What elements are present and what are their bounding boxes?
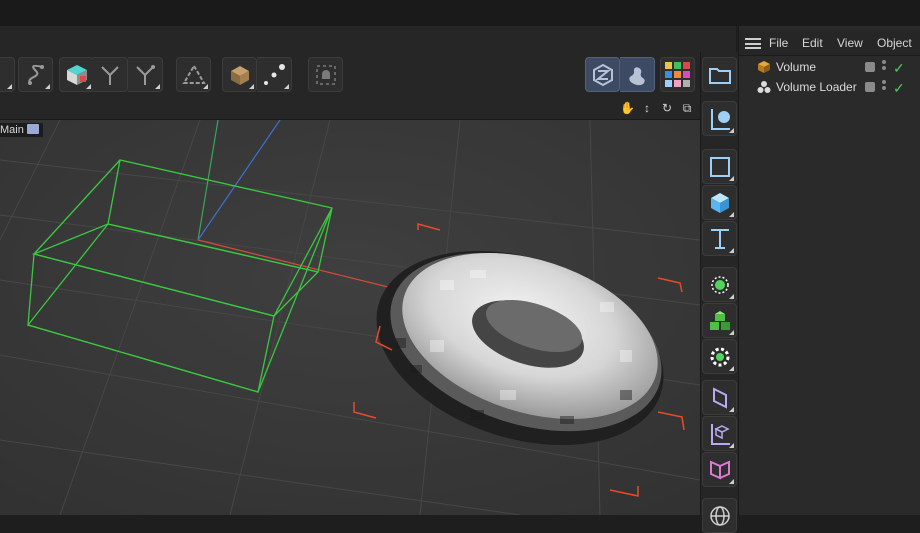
spline-primitive-button[interactable] [702, 149, 737, 184]
volume-builder-button[interactable] [59, 57, 94, 92]
bell-icon [316, 65, 336, 85]
visibility-dots[interactable] [882, 80, 886, 94]
layer-color-swatch[interactable] [865, 82, 875, 92]
object-name: Volume Loader [776, 80, 857, 94]
command-palette [700, 52, 738, 533]
bend-deformer-button[interactable] [702, 416, 737, 451]
toolbar-button-partial[interactable] [0, 57, 15, 92]
spline-pen-button[interactable] [18, 57, 53, 92]
branch-icon [101, 66, 119, 85]
visibility-dots[interactable] [882, 60, 886, 74]
title-bar [0, 0, 920, 26]
color-grid-icon [665, 62, 690, 87]
camera-icon [26, 124, 39, 134]
menu-file[interactable]: File [769, 35, 788, 51]
camera-label[interactable]: Main [0, 123, 43, 137]
camera-label-text: Main [0, 124, 24, 136]
text-spline-button[interactable] [702, 221, 737, 256]
object-manager: File Edit View Object Volume ✓ Volume Lo… [738, 26, 920, 515]
open-file-button[interactable] [702, 57, 737, 92]
menu-view[interactable]: View [837, 35, 863, 51]
enabled-check-icon[interactable]: ✓ [893, 58, 905, 78]
object-manager-menubar: File Edit View Object [739, 30, 920, 56]
enabled-check-icon[interactable]: ✓ [893, 78, 905, 98]
polygon-reduction-button[interactable] [176, 57, 211, 92]
null-object-button[interactable] [702, 101, 737, 136]
object-row-volume[interactable]: Volume ✓ [739, 57, 920, 77]
3d-viewport[interactable]: Main [0, 120, 700, 515]
materials-button[interactable] [660, 57, 695, 92]
particles-button[interactable] [257, 57, 292, 92]
merge-button[interactable] [128, 57, 163, 92]
globe-icon [710, 506, 730, 526]
rotate-icon[interactable]: ↻ [660, 101, 674, 115]
move-icon[interactable]: ↕ [640, 101, 654, 115]
scene-button[interactable] [702, 452, 737, 487]
volume-loader-icon [757, 81, 771, 93]
viewport-header: ✋ ↕ ↻ ⧉ [0, 96, 700, 120]
field-icon [593, 63, 613, 87]
layer-color-swatch[interactable] [865, 62, 875, 72]
hand-icon[interactable]: ✋ [620, 101, 635, 115]
field-force-button[interactable] [585, 57, 620, 92]
volume-builder-icon [758, 61, 770, 73]
split-button[interactable] [93, 57, 128, 92]
maximize-icon[interactable]: ⧉ [680, 101, 694, 115]
object-row-volume-loader[interactable]: Volume Loader ✓ [739, 77, 920, 97]
menu-edit[interactable]: Edit [802, 35, 823, 51]
viewport-nav-icons: ✋ ↕ ↻ ⧉ [614, 99, 694, 117]
folder-icon [709, 68, 731, 84]
hamburger-menu-icon[interactable] [745, 38, 761, 49]
deformer-button[interactable] [702, 380, 737, 415]
simulation-button[interactable] [222, 57, 257, 92]
menu-object[interactable]: Object [877, 35, 912, 51]
title-bar-lower [0, 26, 736, 52]
camera-button[interactable] [308, 57, 343, 92]
particles-icon [264, 64, 285, 85]
object-name: Volume [776, 60, 817, 74]
viewport-scene [0, 120, 700, 515]
generator-button[interactable] [702, 267, 737, 302]
mograph-button[interactable] [620, 57, 655, 92]
cube-primitive-button[interactable] [702, 185, 737, 220]
blob-icon [629, 67, 645, 86]
environment-button[interactable] [702, 498, 737, 533]
merge-icon [136, 65, 155, 85]
effector-button[interactable] [702, 339, 737, 374]
cloner-button[interactable] [702, 303, 737, 338]
